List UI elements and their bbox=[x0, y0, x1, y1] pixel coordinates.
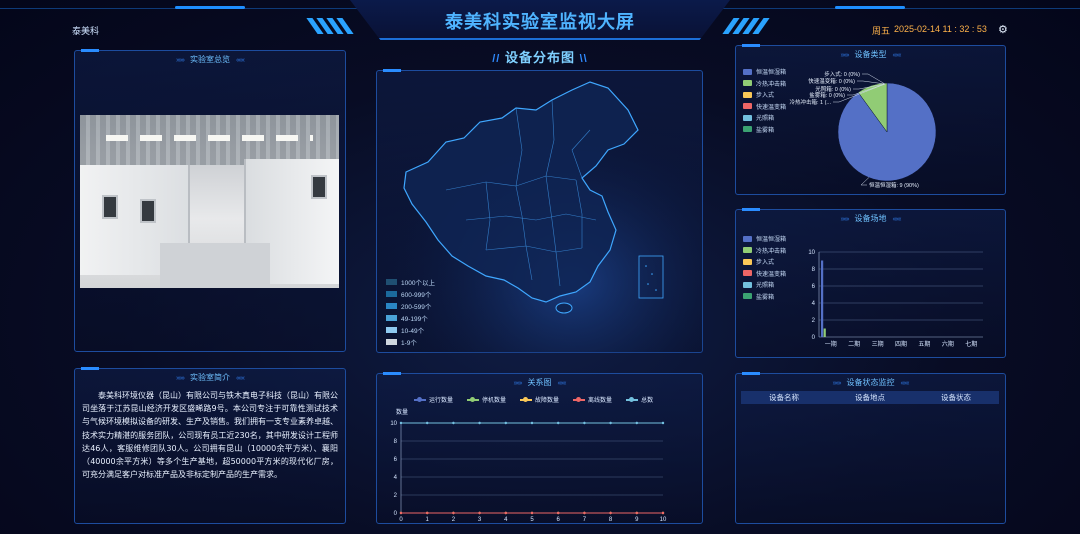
legend-swatch bbox=[386, 291, 397, 297]
legend-item: 1-9个 bbox=[386, 336, 435, 348]
y-tick-label: 4 bbox=[812, 301, 816, 307]
data-point bbox=[583, 421, 586, 425]
legend-swatch bbox=[386, 303, 397, 309]
pie-label-line bbox=[860, 177, 870, 186]
legend-item: 10-49个 bbox=[386, 324, 435, 336]
data-point bbox=[399, 421, 403, 425]
x-tick-label: 10 bbox=[660, 517, 667, 523]
column-header-device-name[interactable]: 设备名称 bbox=[741, 391, 827, 404]
map-legend: 1000个以上 600-999个 200-599个 49-199个 10-49个… bbox=[386, 276, 435, 348]
x-tick-label: 7 bbox=[583, 517, 587, 523]
type-pie-chart: 步入式: 0 (0%)快速温变箱: 0 (0%)光照箱: 0 (0%)盐雾箱: … bbox=[789, 70, 937, 189]
data-point bbox=[635, 511, 638, 515]
legend-item: 600-999个 bbox=[386, 288, 435, 300]
legend-item: 49-199个 bbox=[386, 312, 435, 324]
column-header-device-location[interactable]: 设备地点 bbox=[827, 391, 913, 404]
legend-item: 200-599个 bbox=[386, 300, 435, 312]
bar bbox=[821, 260, 824, 337]
data-point bbox=[583, 511, 586, 515]
y-axis-title: 数量 bbox=[396, 408, 408, 416]
y-tick-label: 8 bbox=[394, 439, 398, 445]
data-point bbox=[504, 511, 507, 515]
y-tick-label: 6 bbox=[394, 457, 398, 463]
title-stripes-right bbox=[722, 18, 770, 34]
x-tick-label: 1 bbox=[426, 517, 430, 523]
x-tick-label: 4 bbox=[504, 517, 508, 523]
overview-title: 实验室总览 bbox=[190, 55, 230, 64]
x-tick-label: 6 bbox=[557, 517, 561, 523]
legend-swatch bbox=[386, 279, 397, 285]
data-point bbox=[530, 511, 534, 515]
y-tick-label: 6 bbox=[812, 284, 816, 290]
y-tick-label: 4 bbox=[394, 475, 398, 481]
data-point bbox=[504, 421, 507, 425]
y-tick-label: 0 bbox=[812, 335, 816, 341]
y-tick-label: 8 bbox=[812, 267, 816, 273]
data-point bbox=[426, 511, 429, 515]
pie-label: 步入式: 0 (0%) bbox=[824, 70, 860, 78]
y-tick-label: 2 bbox=[812, 318, 816, 324]
data-point bbox=[530, 421, 534, 425]
pie-label: 恒温恒湿箱: 9 (90%) bbox=[869, 181, 919, 189]
legend-item: 1000个以上 bbox=[386, 276, 435, 288]
site-bar-chart: 0 2 4 6 8 10 一期 二期 三期 四期 五期 六期 七期 bbox=[808, 250, 983, 348]
column-header-device-status[interactable]: 设备状态 bbox=[913, 391, 999, 404]
x-tick-label: 5 bbox=[530, 517, 534, 523]
header-accent-left bbox=[175, 6, 245, 9]
legend-swatch bbox=[386, 327, 397, 333]
data-point bbox=[609, 511, 612, 515]
x-tick-label: 2 bbox=[452, 517, 456, 523]
map-title: // 设备分布图 \\ bbox=[492, 50, 588, 65]
x-tick-label: 六期 bbox=[942, 340, 954, 348]
laboratory-photo bbox=[80, 115, 339, 288]
data-point bbox=[426, 421, 429, 425]
x-tick-label: 五期 bbox=[918, 340, 930, 348]
legend-swatch bbox=[386, 315, 397, 321]
y-tick-label: 10 bbox=[390, 421, 397, 427]
y-tick-label: 0 bbox=[394, 511, 398, 517]
data-point bbox=[478, 511, 481, 515]
pie-label: 快速温变箱: 0 (0%) bbox=[808, 77, 855, 85]
weekday: 周五 bbox=[872, 26, 891, 36]
data-point bbox=[478, 421, 481, 425]
x-tick-label: 0 bbox=[399, 517, 403, 523]
intro-text: 泰美科环境仪器（昆山）有限公司与铁木真电子科技（昆山）有限公司坐落于江苏昆山经济… bbox=[82, 391, 338, 480]
x-tick-label: 8 bbox=[609, 517, 613, 523]
y-tick-label: 10 bbox=[808, 250, 815, 256]
brand-name: 泰美科 bbox=[72, 26, 100, 36]
data-point bbox=[399, 511, 403, 515]
legend-swatch bbox=[386, 339, 397, 345]
data-point bbox=[609, 421, 612, 425]
x-tick-label: 三期 bbox=[872, 340, 884, 348]
relation-line-chart: 数量 0 2 4 6 8 10 0 1 2 3 4 5 6 7 8 9 10 bbox=[390, 408, 667, 523]
x-tick-label: 七期 bbox=[965, 340, 977, 348]
data-point bbox=[452, 511, 455, 515]
x-tick-label: 3 bbox=[478, 517, 482, 523]
data-point bbox=[557, 511, 560, 515]
x-tick-label: 9 bbox=[635, 517, 639, 523]
pie-label: 盐雾箱: 0 (0%) bbox=[809, 91, 845, 99]
page-title: 泰美科实验室监视大屏 bbox=[445, 12, 635, 32]
data-point bbox=[635, 421, 638, 425]
header-accent-right bbox=[835, 6, 905, 9]
x-tick-label: 四期 bbox=[895, 340, 907, 348]
x-tick-label: 二期 bbox=[848, 340, 860, 348]
datetime: 2025-02-14 11 : 32 : 53 bbox=[894, 24, 987, 34]
settings-gear-icon[interactable]: ⚙ bbox=[998, 23, 1008, 36]
pie-label: 冷热冲击箱: 1 (... bbox=[789, 98, 831, 106]
data-point bbox=[661, 421, 665, 425]
title-stripes-left bbox=[306, 18, 354, 34]
data-point bbox=[452, 421, 455, 425]
y-tick-label: 2 bbox=[394, 493, 398, 499]
data-point bbox=[661, 511, 665, 515]
status-title: 设备状态监控 bbox=[846, 378, 895, 387]
x-tick-label: 一期 bbox=[825, 340, 837, 348]
pie-label: 光照箱: 0 (0%) bbox=[815, 85, 851, 93]
status-table-header: 设备名称 设备地点 设备状态 bbox=[741, 391, 999, 404]
bar bbox=[823, 328, 826, 337]
data-point bbox=[557, 421, 560, 425]
intro-title: 实验室简介 bbox=[190, 373, 230, 382]
